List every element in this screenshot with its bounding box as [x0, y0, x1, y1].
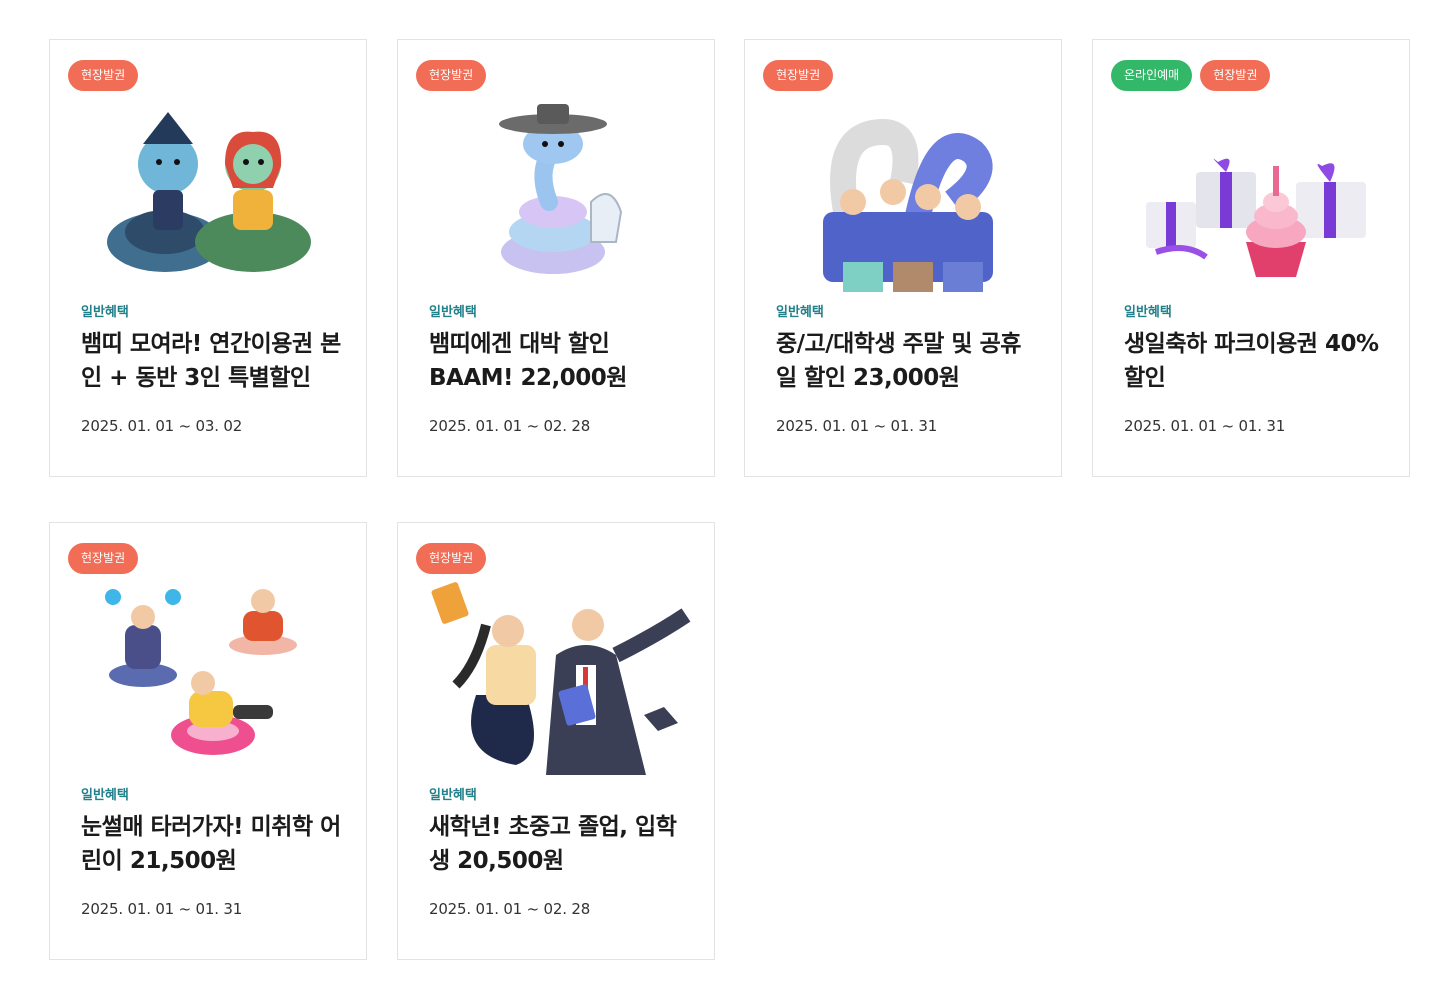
onsite-ticket-badge: 현장발권	[1200, 60, 1271, 91]
event-card-new-school-year[interactable]: 현장발권 일반혜택 새학년! 초중고 졸업, 입학생 20,500원 2025.…	[397, 522, 715, 960]
birthday-gifts-illustration	[1093, 92, 1409, 312]
onsite-ticket-badge: 현장발권	[763, 60, 834, 91]
card-date-range: 2025. 01. 01 ~ 02. 28	[429, 900, 591, 918]
badge-group: 현장발권	[68, 60, 139, 91]
cheering-students-illustration	[745, 92, 1061, 312]
card-category: 일반혜택	[429, 788, 477, 803]
online-booking-badge: 온라인예매	[1111, 60, 1193, 91]
event-card-snake-baam[interactable]: 현장발권 일반혜택 뱀띠에겐 대박 할인 BAAM! 22,000원 2025.…	[397, 39, 715, 477]
badge-group: 현장발권	[416, 60, 487, 91]
onsite-ticket-badge: 현장발권	[68, 543, 139, 574]
onsite-ticket-badge: 현장발권	[416, 543, 487, 574]
card-category: 일반혜택	[81, 788, 129, 803]
card-title[interactable]: 뱀띠에겐 대박 할인 BAAM! 22,000원	[429, 327, 691, 395]
snow-sled-kids-illustration	[50, 575, 366, 795]
card-category: 일반혜택	[429, 305, 477, 320]
badge-group: 현장발권	[416, 543, 487, 574]
onsite-ticket-badge: 현장발권	[68, 60, 139, 91]
card-date-range: 2025. 01. 01 ~ 03. 02	[81, 417, 243, 435]
card-title[interactable]: 눈썰매 타러가자! 미취학 어린이 21,500원	[81, 810, 343, 878]
card-title[interactable]: 뱀띠 모여라! 연간이용권 본인 + 동반 3인 특별할인	[81, 327, 343, 395]
card-date-range: 2025. 01. 01 ~ 01. 31	[1124, 417, 1286, 435]
event-card-snake-annual-pass[interactable]: 현장발권 일반혜택 뱀띠 모여라! 연간이용권 본인 + 동반 3인 특별할인 …	[49, 39, 367, 477]
event-card-snow-sled-kids[interactable]: 현장발권 일반혜택 눈썰매 타러가자! 미취학 어린이 21,500원 2025…	[49, 522, 367, 960]
badge-group: 온라인예매 현장발권	[1111, 60, 1271, 91]
card-date-range: 2025. 01. 01 ~ 01. 31	[776, 417, 938, 435]
card-title[interactable]: 새학년! 초중고 졸업, 입학생 20,500원	[429, 810, 691, 878]
badge-group: 현장발권	[68, 543, 139, 574]
graduation-students-illustration	[398, 575, 714, 795]
snake-with-hat-illustration	[398, 92, 714, 312]
event-card-birthday-pass[interactable]: 온라인예매 현장발권 일반혜택 생일축하 파크이용권 40%할인 2025. 0…	[1092, 39, 1410, 477]
snake-couple-illustration	[50, 92, 366, 312]
card-category: 일반혜택	[776, 305, 824, 320]
card-title[interactable]: 중/고/대학생 주말 및 공휴일 할인 23,000원	[776, 327, 1038, 395]
card-date-range: 2025. 01. 01 ~ 02. 28	[429, 417, 591, 435]
event-card-student-weekend[interactable]: 현장발권 일반혜택 중/고/대학생 주말 및 공휴일 할인 23,000원 20…	[744, 39, 1062, 477]
card-category: 일반혜택	[81, 305, 129, 320]
card-title[interactable]: 생일축하 파크이용권 40%할인	[1124, 327, 1386, 395]
card-category: 일반혜택	[1124, 305, 1172, 320]
onsite-ticket-badge: 현장발권	[416, 60, 487, 91]
card-date-range: 2025. 01. 01 ~ 01. 31	[81, 900, 243, 918]
badge-group: 현장발권	[763, 60, 834, 91]
